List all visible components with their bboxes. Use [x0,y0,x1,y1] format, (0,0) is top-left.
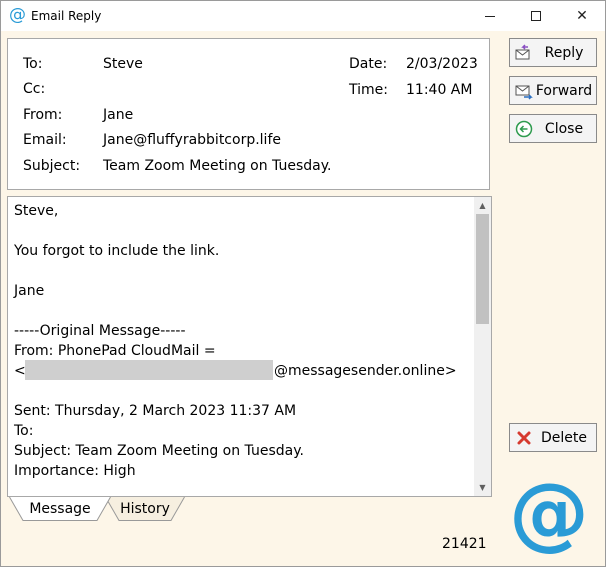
minimize-button[interactable] [467,1,513,31]
time-label: Time: [349,82,388,98]
forward-mail-icon [515,85,533,100]
message-line: You forgot to include the link. [14,243,220,259]
subject-label: Subject: [23,158,81,174]
at-logo-icon: @ [509,466,589,559]
scroll-down-icon[interactable]: ▼ [474,479,491,496]
redacted-address-suffix: @messagesender.online> [274,363,457,379]
tab-message-label: Message [29,501,91,517]
maximize-icon [531,11,541,21]
close-icon: ✕ [576,8,588,24]
message-body[interactable]: Steve, You forgot to include the link. J… [7,196,492,497]
message-line: Importance: High [14,463,136,479]
message-line: Subject: Team Zoom Meeting on Tuesday. [14,443,304,459]
reply-button[interactable]: Reply [509,38,597,67]
tab-strip: History Message [9,497,209,525]
email-label: Email: [23,132,67,148]
from-label: From: [23,107,63,123]
to-value: Steve [103,56,143,72]
window-close-button[interactable]: ✕ [559,1,605,31]
delete-button-label: Delete [541,430,587,446]
record-count: 21421 [442,536,487,552]
subject-value: Team Zoom Meeting on Tuesday. [103,158,332,174]
close-button[interactable]: Close [509,114,597,143]
scroll-thumb[interactable] [476,214,489,324]
message-line: < [14,363,26,379]
email-value: Jane@fluffyrabbitcorp.life [103,132,281,148]
maximize-button[interactable] [513,1,559,31]
vertical-scrollbar[interactable]: ▲ ▼ [474,197,491,496]
message-line: -----Original Message----- [14,323,186,339]
tab-history[interactable]: History [105,497,185,521]
delete-button[interactable]: Delete [509,423,597,452]
at-sign-icon: @ [9,5,26,25]
email-reply-window: @ Email Reply ✕ To: Steve Cc: From: Jane… [0,0,606,567]
back-arrow-icon [515,120,533,138]
close-button-label: Close [544,121,584,137]
message-line: Sent: Thursday, 2 March 2023 11:37 AM [14,403,297,419]
window-title: Email Reply [31,9,102,23]
minimize-icon [485,16,495,17]
scroll-up-icon[interactable]: ▲ [474,197,491,214]
forward-button-label: Forward [535,83,593,99]
message-line: Jane [14,283,45,299]
message-line: To: [14,423,34,439]
reply-mail-icon [515,44,530,60]
message-line: Steve, [14,203,59,219]
forward-button[interactable]: Forward [509,76,597,105]
time-value: 11:40 AM [406,82,473,98]
to-label: To: [23,56,43,72]
cc-label: Cc: [23,81,46,97]
delete-x-icon [517,431,531,445]
tab-message[interactable]: Message [9,497,111,521]
message-line: From: PhonePad CloudMail = [14,343,216,359]
tab-history-label: History [120,501,170,517]
title-bar[interactable]: @ Email Reply ✕ [1,1,605,31]
reply-button-label: Reply [544,45,584,61]
date-value: 2/03/2023 [406,56,478,72]
email-header-panel: To: Steve Cc: From: Jane Email: Jane@flu… [7,38,490,190]
from-value: Jane [103,107,134,123]
redacted-address [25,360,273,380]
date-label: Date: [349,56,388,72]
